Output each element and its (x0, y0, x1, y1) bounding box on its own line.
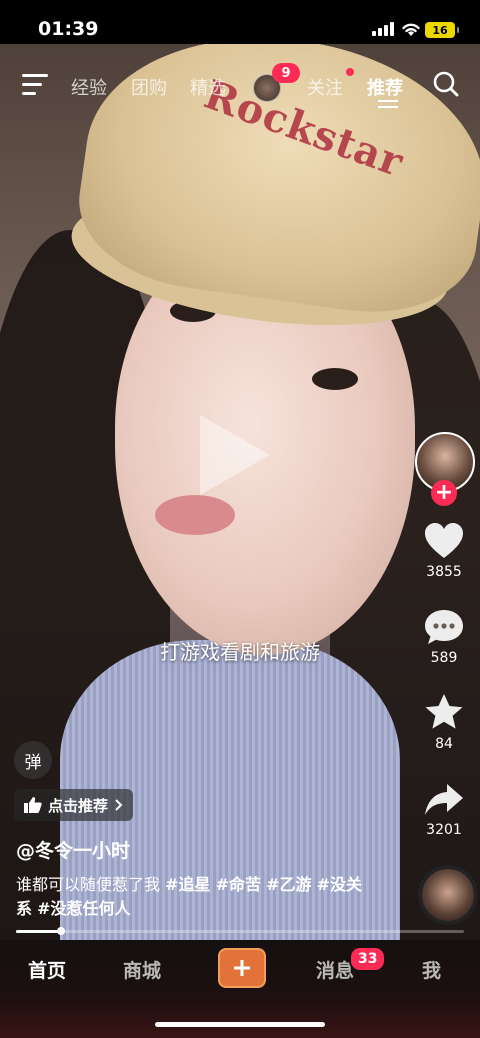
create-button[interactable] (218, 948, 266, 988)
tab-recommended[interactable]: 推荐 (367, 74, 403, 100)
hashtag[interactable]: #命苦 (216, 875, 261, 894)
switch-icon (378, 100, 398, 112)
video-progress-bar[interactable] (16, 927, 464, 935)
top-nav: 经验 团购 精选 9 关注 推荐 (0, 60, 480, 110)
video-frame-lips (155, 495, 235, 535)
battery-tip (457, 27, 459, 33)
danmu-label: 弹 (24, 752, 42, 773)
hashtag[interactable]: #追星 (165, 875, 210, 894)
wifi-icon (402, 23, 420, 36)
tab-following[interactable]: 关注 (307, 74, 343, 100)
like-button[interactable]: 3855 (414, 522, 474, 580)
following-dot (346, 68, 354, 76)
follow-plus-button[interactable]: + (431, 480, 457, 506)
tab-mall[interactable]: 商城 (123, 956, 161, 983)
battery-icon: 16 (425, 22, 455, 38)
tab-featured[interactable]: 精选 (190, 74, 226, 100)
author-name[interactable]: @冬令一小时 (16, 836, 130, 863)
home-indicator (155, 1022, 325, 1027)
menu-icon[interactable] (22, 74, 48, 101)
star-icon (425, 694, 463, 729)
thumbs-up-icon (24, 797, 42, 813)
tab-group-buy[interactable]: 团购 (131, 74, 167, 100)
signal-icon (372, 22, 394, 36)
tab-home[interactable]: 首页 (28, 956, 66, 983)
heart-icon (425, 523, 463, 558)
video-progress-knob[interactable] (57, 927, 65, 935)
music-disc[interactable] (418, 865, 478, 925)
tab-experience[interactable]: 经验 (71, 74, 107, 100)
video-subtitle: 打游戏看剧和旅游 (160, 640, 320, 664)
video-caption[interactable]: 谁都可以随便惹了我 #追星 #命苦 #乙游 #没关系 #没惹任何人 (16, 873, 376, 921)
recommend-chip[interactable]: 点击推荐 (14, 789, 134, 821)
video-frame-eye (312, 368, 358, 390)
plus-icon (234, 960, 250, 976)
status-time: 01:39 (38, 18, 99, 40)
hashtag[interactable]: #乙游 (266, 875, 311, 894)
tab-me[interactable]: 我 (422, 956, 441, 983)
caption-text: 谁都可以随便惹了我 (16, 875, 166, 894)
status-bar: 01:39 16 (0, 0, 480, 44)
messages-badge: 33 (349, 946, 387, 972)
favorite-button[interactable]: 84 (414, 692, 474, 752)
favorite-count: 84 (435, 736, 453, 752)
share-count: 3201 (426, 822, 462, 838)
video-feed-screen: Rockstar 01:39 16 经验 团购 精选 9 关注 推荐 + 385… (0, 0, 480, 1038)
video-progress-fill (16, 930, 61, 933)
hashtag[interactable]: #没惹任何人 (37, 899, 130, 918)
chevron-right-icon (115, 799, 123, 811)
share-button[interactable]: 3201 (414, 782, 474, 838)
live-avatar-badge: 9 (272, 63, 300, 83)
like-count: 3855 (426, 564, 462, 580)
recommend-chip-label: 点击推荐 (48, 796, 109, 815)
share-arrow-icon (425, 784, 463, 815)
search-icon[interactable] (432, 70, 460, 98)
bottom-nav: 首页 商城 消息 33 我 (0, 940, 480, 1038)
danmu-toggle-button[interactable]: 弹 (14, 741, 52, 779)
battery-level: 16 (432, 23, 448, 37)
play-icon[interactable] (200, 415, 270, 495)
